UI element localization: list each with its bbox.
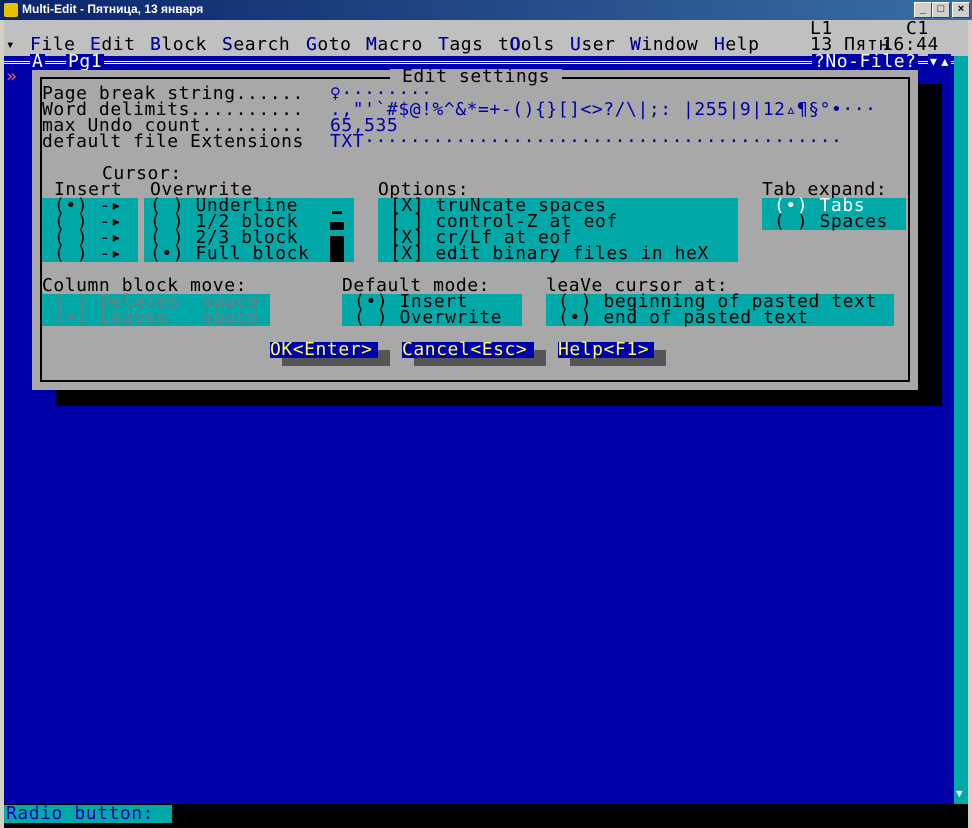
page-indicator: Pg1: [66, 51, 105, 72]
underline-cursor-preview: [332, 211, 342, 214]
cursor-overwrite-radio-4[interactable]: (•) Full block: [150, 245, 309, 263]
status-label: Radio button:: [6, 803, 155, 824]
menu-marker-icon[interactable]: ▾: [6, 37, 15, 53]
app-icon: [4, 3, 18, 17]
binary-hex-checkbox[interactable]: [X] edit binary files in heX: [390, 245, 709, 263]
word-delimits-input[interactable]: .,"'`#$@!%^&*=+-(){}[]<>?/\|;: |255|9|12…: [330, 101, 877, 119]
scroll-arrows-icon[interactable]: ▾▴: [928, 53, 951, 71]
window-letter[interactable]: A: [30, 53, 46, 71]
file-name: ?No-File?: [812, 51, 919, 72]
help-button[interactable]: Help<F1>: [558, 341, 649, 359]
leaves-space-radio[interactable]: (•) Leaves space: [54, 309, 259, 327]
vertical-scrollbar[interactable]: ▼: [954, 56, 968, 804]
ok-button[interactable]: OK<Enter>: [270, 341, 372, 359]
overwrite-mode-radio[interactable]: ( ) Overwrite: [354, 309, 502, 327]
spaces-radio[interactable]: ( ) Spaces: [774, 213, 888, 231]
minimize-button[interactable]: _: [914, 2, 932, 18]
window-title: Multi-Edit - Пятница, 13 января: [22, 2, 204, 16]
half-block-cursor-preview: [330, 222, 344, 230]
end-of-paste-radio[interactable]: (•) end of pasted text: [558, 309, 809, 327]
status-help-text: Next<Tab>, Prev<ShftTab>, Next selection…: [174, 803, 767, 824]
maximize-button[interactable]: □: [932, 2, 950, 18]
cancel-button[interactable]: Cancel<Esc>: [402, 341, 527, 359]
menu-tools[interactable]: tOols: [498, 36, 555, 54]
close-button[interactable]: ×: [952, 2, 970, 18]
doc-marker-icon: »: [6, 66, 18, 87]
full-block-cursor-preview: [330, 246, 344, 262]
cursor-insert-radio-4[interactable]: ( ) -▸: [54, 245, 122, 263]
scroll-down-arrow-icon[interactable]: ▼: [956, 788, 963, 800]
file-extensions-input[interactable]: TXT·····································…: [330, 133, 842, 151]
two-thirds-block-cursor-preview: [330, 236, 344, 246]
window-title-bar[interactable]: Multi-Edit - Пятница, 13 января _ □ ×: [0, 0, 972, 20]
file-extensions-label: default file Extensions: [42, 131, 304, 152]
